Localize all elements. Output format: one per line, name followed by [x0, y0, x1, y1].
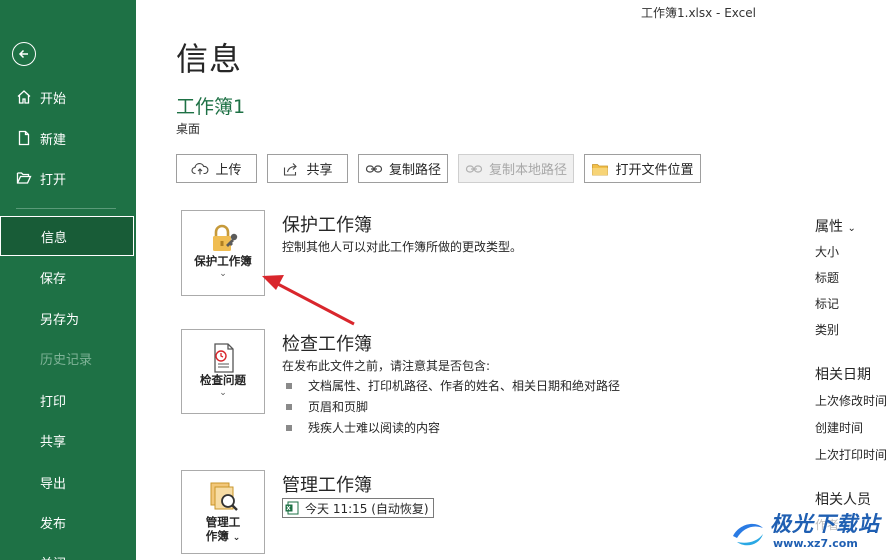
- annotation-arrow: [262, 275, 355, 326]
- back-button[interactable]: [12, 42, 36, 66]
- sidebar-item-home[interactable]: 开始: [0, 77, 136, 117]
- created-label: 创建时间: [815, 421, 864, 435]
- manage-workbook-icon: [210, 482, 238, 511]
- version-label: 今天 11:15 (自动恢复): [305, 501, 429, 516]
- sidebar-item-info[interactable]: 信息: [0, 216, 134, 256]
- sidebar-item-label: 共享: [40, 434, 67, 450]
- sidebar-divider: [16, 208, 116, 209]
- list-item: 页眉和页脚: [286, 398, 368, 415]
- related-dates-header: 相关日期: [815, 367, 871, 383]
- last-modified-label: 上次修改时间: [815, 394, 886, 408]
- open-folder-icon: [16, 172, 32, 184]
- sidebar-item-label: 开始: [40, 91, 67, 107]
- share-icon: [284, 162, 298, 176]
- sidebar-item-history: 历史记录: [0, 338, 136, 378]
- sidebar-item-label: 导出: [40, 476, 67, 492]
- chevron-down-icon: ⌄: [232, 533, 241, 543]
- protect-section-desc: 控制其他人可以对此工作簿所做的更改类型。: [282, 240, 523, 254]
- sidebar-item-save[interactable]: 保存: [0, 257, 136, 297]
- open-file-location-button[interactable]: 打开文件位置: [584, 154, 701, 183]
- properties-header[interactable]: 属性 ⌄: [815, 216, 856, 236]
- sidebar-item-label: 保存: [40, 271, 67, 287]
- sidebar-item-label: 发布: [40, 516, 67, 532]
- sidebar-item-label: 打开: [40, 172, 67, 188]
- sidebar-item-share[interactable]: 共享: [0, 420, 136, 460]
- backstage-sidebar: 开始 新建 打开 信息 保存 另存为 历史记录 打印 共享 导出 发布 关闭: [0, 0, 136, 560]
- copy-path-button[interactable]: 复制路径: [358, 154, 448, 183]
- property-title: 标题: [815, 271, 840, 285]
- check-issues-button[interactable]: 检查问题 ⌄: [181, 329, 265, 414]
- link-icon: [365, 164, 383, 173]
- workbook-location: 桌面: [176, 122, 201, 136]
- copy-path-label: 复制路径: [388, 163, 441, 178]
- inspect-section-desc: 在发布此文件之前，请注意其是否包含:: [282, 359, 491, 373]
- lock-icon: [213, 224, 238, 251]
- excel-file-icon: [285, 501, 299, 515]
- share-label: 共享: [306, 163, 333, 178]
- home-icon: [17, 90, 31, 104]
- sidebar-item-export[interactable]: 导出: [0, 462, 136, 502]
- copy-local-path-label: 复制本地路径: [488, 163, 567, 178]
- new-document-icon: [18, 130, 30, 146]
- sidebar-item-open[interactable]: 打开: [0, 158, 136, 198]
- sidebar-item-label: 关闭: [40, 553, 66, 560]
- check-issues-button-label: 检查问题: [200, 373, 246, 387]
- workbook-name: 工作簿1: [176, 96, 246, 118]
- manage-workbook-button-label-1: 管理工: [205, 515, 241, 529]
- inspect-document-icon: [214, 343, 234, 373]
- chevron-down-icon: ⌄: [219, 388, 227, 398]
- sidebar-item-save-as[interactable]: 另存为: [0, 298, 136, 338]
- sidebar-item-label: 历史记录: [40, 352, 93, 368]
- property-size: 大小: [815, 245, 840, 259]
- sidebar-item-label: 打印: [40, 394, 67, 410]
- sidebar-item-label: 新建: [40, 132, 67, 148]
- watermark-name: 极光下载站: [770, 512, 880, 536]
- manage-workbook-button[interactable]: 管理工 作簿 ⌄: [181, 470, 265, 554]
- manage-workbook-button-label-2: 作簿: [205, 529, 229, 543]
- share-button[interactable]: 共享: [267, 154, 348, 183]
- property-category: 类别: [815, 323, 840, 337]
- chevron-down-icon: ⌄: [847, 223, 856, 234]
- last-printed-label: 上次打印时间: [815, 448, 886, 462]
- copy-local-path-button: 复制本地路径: [458, 154, 574, 183]
- link-icon: [465, 164, 483, 173]
- folder-icon: [592, 163, 609, 175]
- list-item: 残疾人士难以阅读的内容: [286, 419, 440, 436]
- manage-section-title: 管理工作簿: [282, 475, 372, 496]
- open-file-location-label: 打开文件位置: [615, 163, 694, 178]
- upload-label: 上传: [215, 163, 242, 178]
- list-item: 文档属性、打印机路径、作者的姓名、相关日期和绝对路径: [286, 377, 620, 394]
- watermark-url: www.xz7.com: [773, 537, 858, 550]
- sidebar-item-print[interactable]: 打印: [0, 380, 136, 420]
- inspect-section-title: 检查工作簿: [282, 334, 372, 355]
- sidebar-item-publish[interactable]: 发布: [0, 502, 136, 542]
- protect-section-title: 保护工作簿: [282, 215, 372, 236]
- sidebar-item-new[interactable]: 新建: [0, 118, 136, 158]
- back-arrow-icon: [18, 49, 28, 59]
- property-tags: 标记: [815, 297, 840, 311]
- window-title: 工作簿1.xlsx - Excel: [641, 6, 756, 20]
- cloud-upload-icon: [192, 162, 209, 174]
- sidebar-item-label: 信息: [41, 230, 68, 246]
- upload-button[interactable]: 上传: [176, 154, 257, 183]
- autorecover-version-item[interactable]: 今天 11:15 (自动恢复): [282, 498, 434, 518]
- sidebar-item-close[interactable]: 关闭: [0, 542, 136, 560]
- sidebar-item-label: 另存为: [40, 312, 80, 328]
- page-title: 信息: [176, 40, 243, 78]
